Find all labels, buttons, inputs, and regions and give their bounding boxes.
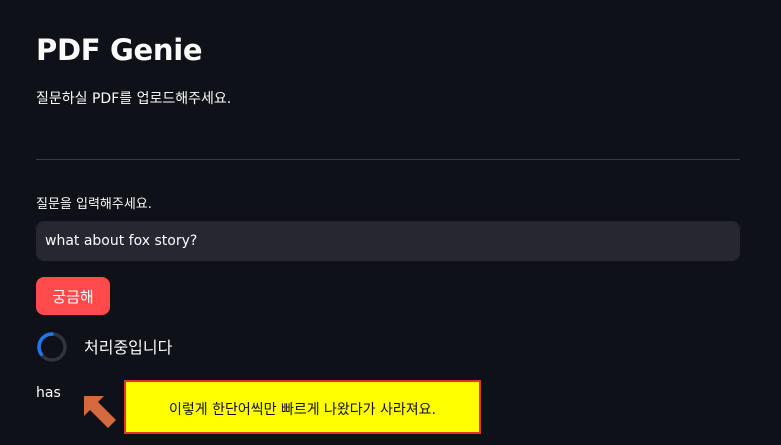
upload-instruction: 질문하실 PDF를 업로드해주세요. [36, 91, 232, 107]
loading-spinner-icon [37, 332, 67, 362]
annotation-callout: 이렇게 한단어씩만 빠르게 나왔다가 사라져요. [124, 380, 481, 434]
processing-status-text: 처리중입니다 [84, 338, 173, 357]
question-input-label: 질문을 입력해주세요. [36, 197, 152, 212]
divider [36, 159, 740, 160]
arrow-up-left-icon [84, 396, 116, 428]
ask-button[interactable]: 궁금해 [36, 277, 110, 315]
streaming-output-text: has [36, 385, 61, 401]
question-input[interactable] [36, 221, 740, 261]
page-title: PDF Genie [36, 33, 203, 67]
